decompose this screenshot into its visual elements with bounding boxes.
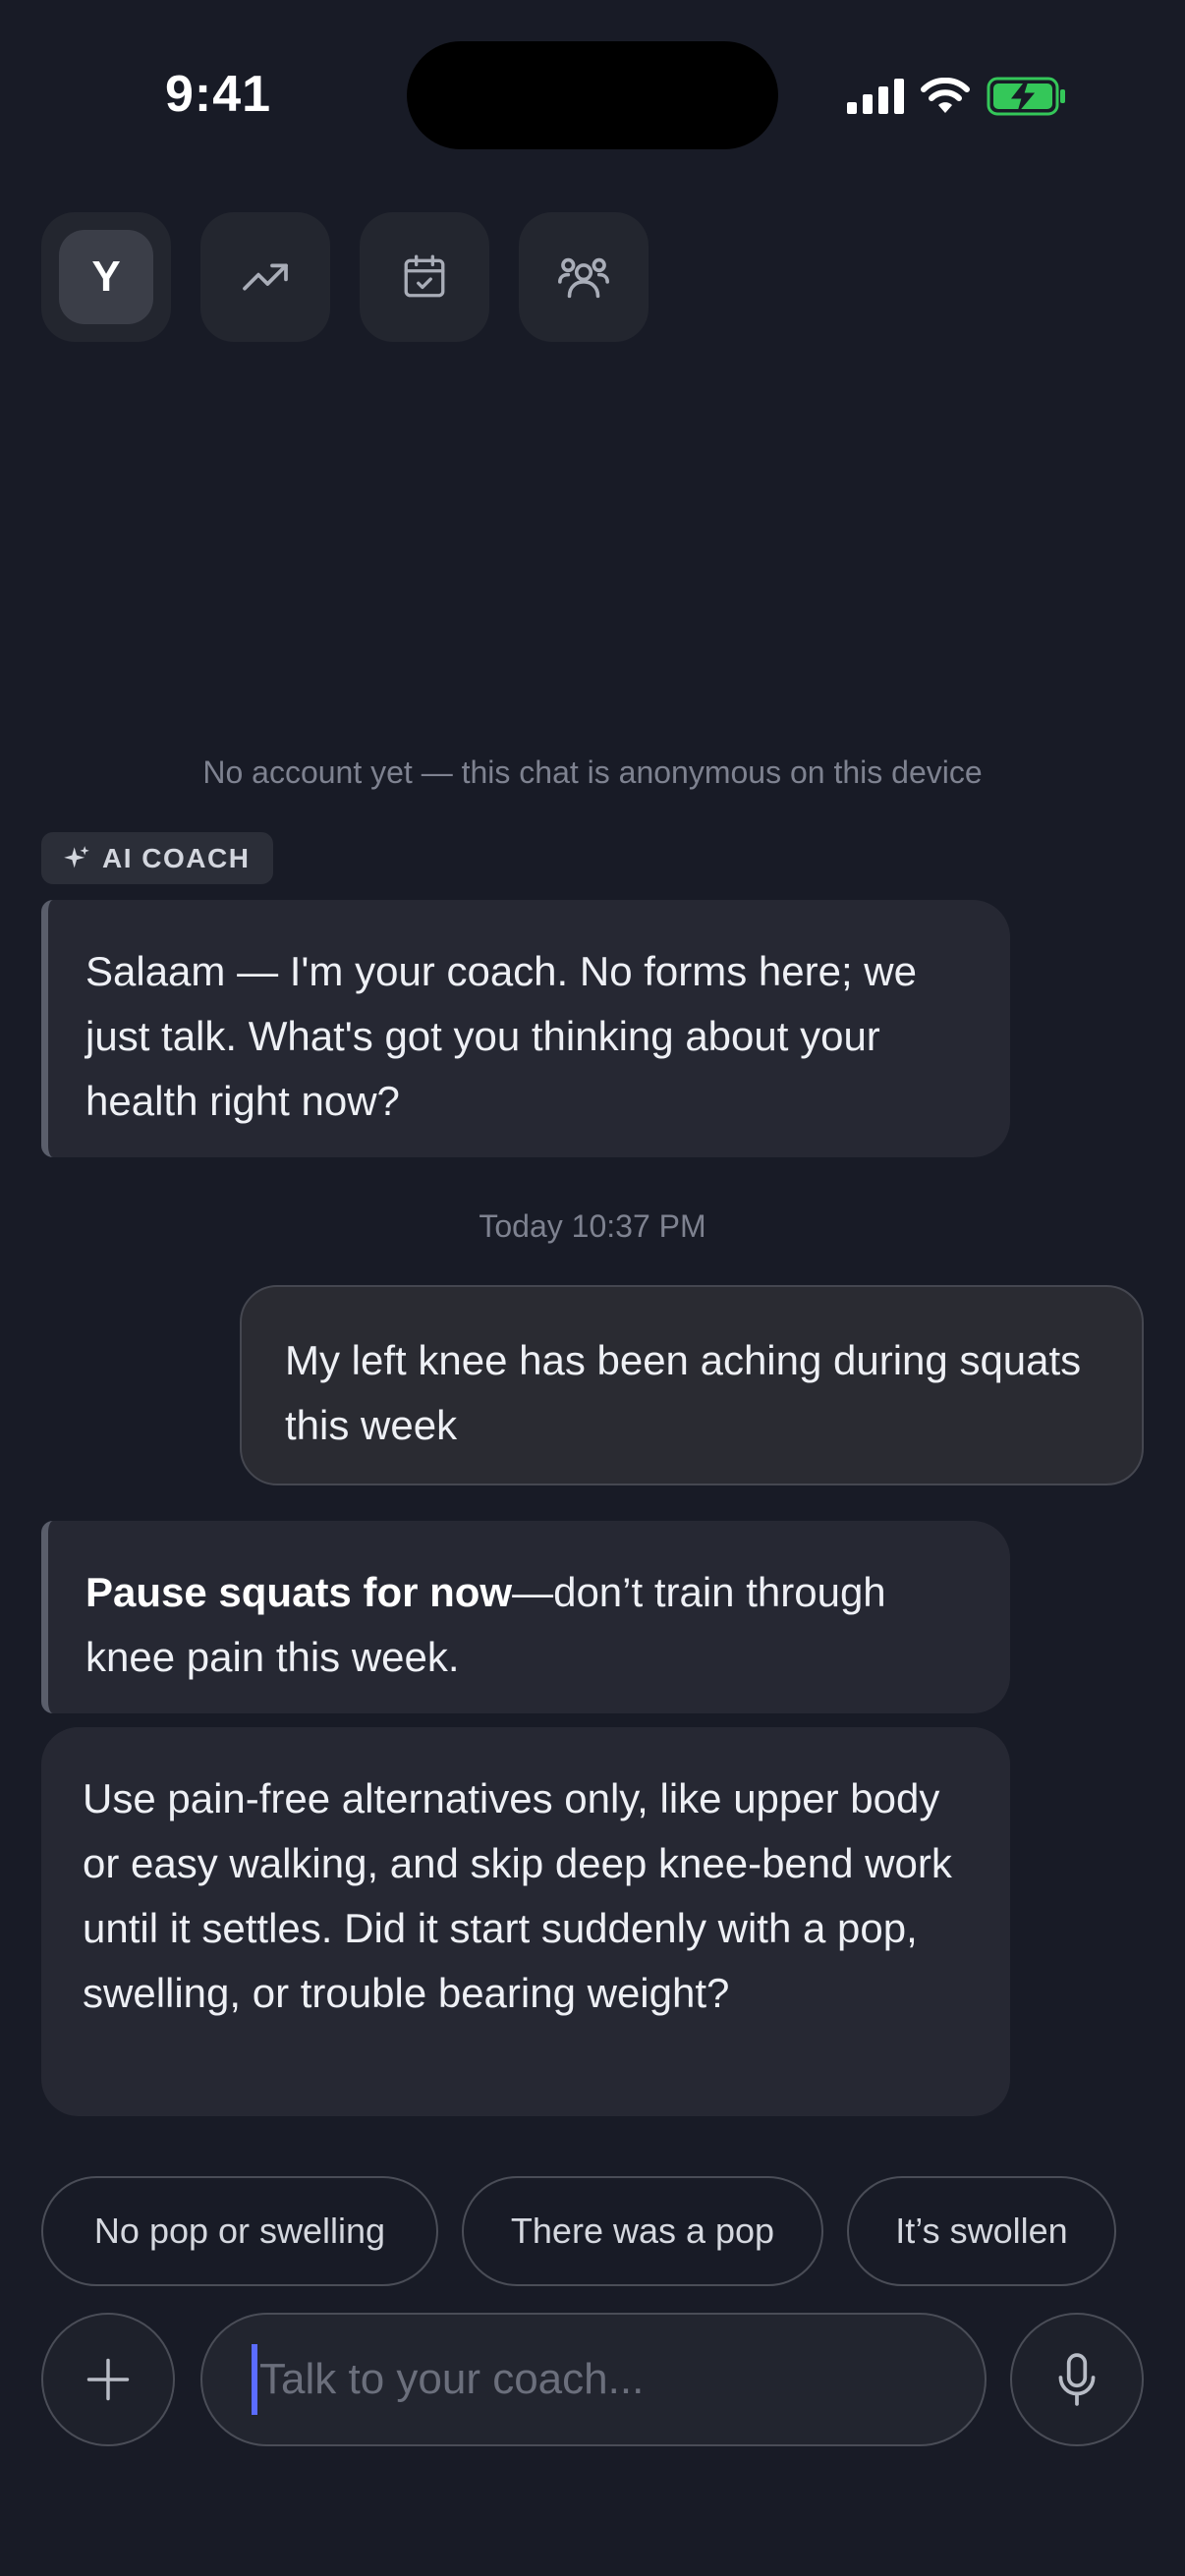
quick-reply-chip[interactable]: There was a pop xyxy=(462,2176,823,2286)
coach-message: Pause squats for now—don’t train through… xyxy=(41,1521,1010,1713)
coach-message: Use pain-free alternatives only, like up… xyxy=(41,1727,1010,2116)
coach-message: Salaam — I'm your coach. No forms here; … xyxy=(41,900,1010,1157)
wifi-icon xyxy=(921,78,970,113)
ai-coach-badge: AI COACH xyxy=(41,832,274,884)
coach-reply-emphasis: Pause squats for now xyxy=(85,1569,513,1615)
user-message-text: My left knee has been aching during squa… xyxy=(285,1337,1082,1448)
ai-coach-label: AI COACH xyxy=(102,842,251,873)
user-message: My left knee has been aching during squa… xyxy=(240,1285,1144,1485)
calendar-check-icon xyxy=(404,254,445,298)
profile-button[interactable]: Y xyxy=(41,212,171,342)
quick-reply-chip[interactable]: No pop or swelling xyxy=(41,2176,438,2286)
calendar-button[interactable] xyxy=(360,212,489,342)
quick-reply-chip[interactable]: It’s swollen xyxy=(847,2176,1116,2286)
attach-button[interactable] xyxy=(41,2313,175,2446)
anonymous-notice: No account yet — this chat is anonymous … xyxy=(202,755,983,790)
message-input[interactable] xyxy=(259,2355,947,2404)
plus-icon xyxy=(86,2358,130,2401)
avatar: Y xyxy=(59,230,153,324)
chat-screen: 9:41 Y No account yet — this chat is ano… xyxy=(0,0,1185,2576)
voice-button[interactable] xyxy=(1010,2313,1144,2446)
coach-message-text: Salaam — I'm your coach. No forms here; … xyxy=(85,948,917,1124)
text-caret xyxy=(252,2344,257,2415)
top-nav: Y xyxy=(41,212,649,342)
message-timestamp: Today 10:37 PM xyxy=(479,1208,706,1244)
dynamic-island xyxy=(407,41,778,149)
signal-icon xyxy=(847,79,904,114)
progress-button[interactable] xyxy=(200,212,330,342)
battery-charging-icon xyxy=(987,77,1065,116)
users-icon xyxy=(558,257,609,299)
trending-up-icon xyxy=(243,263,288,291)
status-time: 9:41 xyxy=(165,66,272,123)
community-button[interactable] xyxy=(519,212,649,342)
status-icons xyxy=(847,73,1067,120)
sparkle-icon xyxy=(64,845,89,868)
quick-replies: No pop or swelling There was a pop It’s … xyxy=(41,2176,1116,2286)
message-input-wrapper[interactable] xyxy=(200,2313,987,2446)
microphone-icon xyxy=(1058,2353,1096,2406)
coach-followup-text: Use pain-free alternatives only, like up… xyxy=(83,1775,952,2016)
composer xyxy=(41,2313,1144,2446)
